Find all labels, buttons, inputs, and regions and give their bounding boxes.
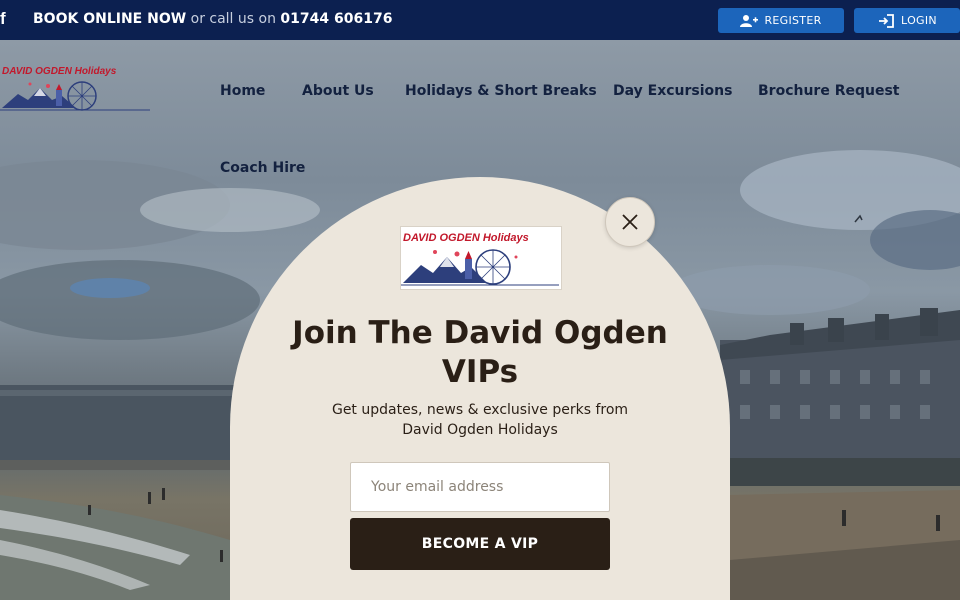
become-vip-button[interactable]: BECOME A VIP — [350, 518, 610, 570]
nav-holidays-short-breaks[interactable]: Holidays & Short Breaks — [405, 83, 597, 99]
top-bar: f BOOK ONLINE NOW or call us on 01744 60… — [0, 0, 960, 40]
popup-title: Join The David Ogden VIPs — [292, 315, 668, 390]
email-field[interactable] — [350, 462, 610, 512]
facebook-icon[interactable]: f — [0, 9, 6, 29]
user-plus-icon — [740, 14, 759, 27]
popup-logo: DAVID OGDEN Holidays — [400, 226, 562, 290]
nav-day-excursions[interactable]: Day Excursions — [613, 83, 732, 99]
logo-text: DAVID OGDEN Holidays — [2, 66, 117, 77]
login-button[interactable]: LOGIN — [854, 8, 960, 33]
nav-coach-hire[interactable]: Coach Hire — [220, 160, 305, 176]
login-label: LOGIN — [901, 14, 937, 27]
nav-home[interactable]: Home — [220, 83, 265, 99]
popup-logo-skyline-icon — [401, 249, 559, 286]
logo-skyline-icon — [0, 81, 150, 111]
site-logo[interactable]: DAVID OGDEN Holidays — [0, 62, 152, 118]
close-popup-button[interactable] — [605, 197, 655, 247]
book-online-link[interactable]: BOOK ONLINE NOW — [33, 11, 186, 27]
register-label: REGISTER — [764, 14, 822, 27]
popup-logo-text: DAVID OGDEN Holidays — [403, 232, 529, 244]
phone-number[interactable]: 01744 606176 — [280, 11, 392, 27]
close-icon — [622, 214, 638, 230]
contact-line: BOOK ONLINE NOW or call us on 01744 6061… — [33, 11, 392, 27]
popup-subtitle: Get updates, news & exclusive perks from… — [331, 402, 629, 438]
sign-in-icon — [879, 13, 894, 28]
register-button[interactable]: REGISTER — [718, 8, 844, 33]
nav-about-us[interactable]: About Us — [302, 83, 374, 99]
call-us-text: or call us on — [186, 11, 281, 27]
nav-brochure-request[interactable]: Brochure Request — [758, 83, 899, 99]
